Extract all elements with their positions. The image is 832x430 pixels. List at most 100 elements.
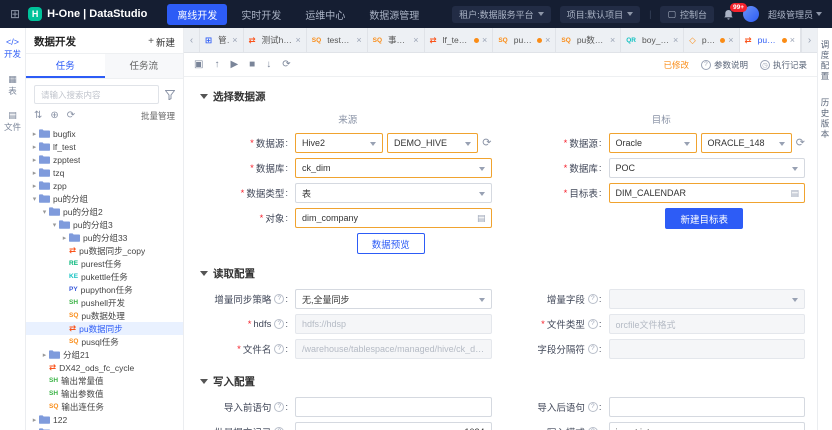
notification-bell[interactable]: 99+ — [723, 9, 734, 20]
tab-close-icon[interactable]: × — [356, 35, 361, 45]
new-task-button[interactable]: + 新建 — [148, 35, 175, 49]
source-ds-name-select[interactable]: DEMO_HIVE — [387, 133, 478, 153]
tree-folder-row[interactable]: ▸tzq — [26, 166, 183, 179]
tree-folder-row[interactable]: ▸lf_test — [26, 140, 183, 153]
expand-collapse-icon[interactable]: ⇅ — [34, 111, 42, 121]
editor-tab[interactable]: SQ事实表测试× — [368, 28, 425, 52]
editor-tab[interactable]: QRboy_failedSql× — [621, 28, 684, 52]
target-database-select[interactable]: POC — [609, 158, 806, 178]
tab-scroll-right-icon[interactable]: › — [801, 28, 817, 52]
download-icon[interactable]: ↓ — [266, 60, 271, 70]
nav-datasource-mgmt[interactable]: 数据源管理 — [359, 4, 429, 25]
tree-task-row[interactable]: SHpushell开发 — [26, 296, 183, 309]
tree-task-row[interactable]: SH输出参数值 — [26, 387, 183, 400]
activity-tables[interactable]: ▦表 — [8, 75, 17, 96]
batch-commit-input[interactable]: 1024 — [295, 422, 492, 430]
source-database-select[interactable]: ck_dim — [295, 158, 492, 178]
project-selector[interactable]: 项目:默认项目 — [560, 6, 641, 23]
tree-folder-row[interactable]: ▸lal — [26, 426, 183, 430]
tab-close-icon[interactable]: × — [790, 35, 795, 45]
explorer-tab-tasks[interactable]: 任务 — [26, 54, 105, 78]
tree-folder-row[interactable]: ▾pu的分组 — [26, 192, 183, 205]
console-link[interactable]: ▢ 控制台 — [660, 6, 714, 23]
tree-task-row[interactable]: SQ输出连任务 — [26, 400, 183, 413]
user-menu[interactable]: 超级管理员 — [768, 8, 822, 21]
tree-task-row[interactable]: ⇄pu数据同步 — [26, 322, 183, 335]
activity-dev[interactable]: </>开发 — [4, 38, 21, 59]
nav-offline-dev[interactable]: 离线开发 — [167, 4, 227, 25]
tree-folder-row[interactable]: ▸zpptest — [26, 153, 183, 166]
tab-close-icon[interactable]: × — [232, 35, 237, 45]
target-ds-type-select[interactable]: Oracle — [609, 133, 697, 153]
tab-close-icon[interactable]: × — [482, 35, 487, 45]
rail-schedule-config[interactable]: 调度配置 — [819, 40, 831, 82]
target-ds-name-select[interactable]: ORACLE_148 — [701, 133, 792, 153]
stop-icon[interactable]: ■ — [249, 60, 255, 70]
tab-close-icon[interactable]: × — [728, 35, 733, 45]
editor-tab[interactable]: ⊞管理等× — [200, 28, 244, 52]
tenant-selector[interactable]: 租户:数据服务平台 — [452, 6, 551, 23]
explorer-tab-taskflows[interactable]: 任务流 — [105, 54, 184, 78]
tree-task-row[interactable]: SH输出常量值 — [26, 374, 183, 387]
tab-scroll-left-icon[interactable]: ‹ — [184, 28, 200, 52]
tree-task-row[interactable]: SQpusql任务 — [26, 335, 183, 348]
write-mode-select[interactable]: insert into — [609, 422, 806, 430]
incr-strategy-select[interactable]: 无,全量同步 — [295, 289, 492, 309]
tree-folder-row[interactable]: ▸zpp — [26, 179, 183, 192]
tab-close-icon[interactable]: × — [413, 35, 418, 45]
tree-folder-row[interactable]: ▸分组21 — [26, 348, 183, 361]
table-picker-icon[interactable]: ▤ — [790, 188, 799, 199]
tab-close-icon[interactable]: × — [673, 35, 678, 45]
nav-realtime-dev[interactable]: 实时开发 — [231, 4, 291, 25]
filter-icon[interactable] — [165, 90, 175, 100]
editor-tab[interactable]: SQpu数据处理(V2)× — [556, 28, 621, 52]
tree-refresh-icon[interactable]: ⟳ — [67, 111, 75, 121]
post-sql-input[interactable] — [609, 397, 806, 417]
nav-ops-center[interactable]: 运维中心 — [295, 4, 355, 25]
tree-task-row[interactable]: SQpu数据处理 — [26, 309, 183, 322]
tree-folder-row[interactable]: ▾pu的分组3 — [26, 218, 183, 231]
target-table-input[interactable]: DIM_CALENDAR ▤ — [609, 183, 806, 203]
editor-tab[interactable]: SQtest_sql1204× — [307, 28, 368, 52]
section-header-select-datasource[interactable]: 选择数据源 — [200, 89, 805, 104]
locate-icon[interactable]: ⊕ — [50, 111, 58, 121]
exec-history-link[interactable]: ◷执行记录 — [760, 59, 807, 71]
section-header-write-config[interactable]: 写入配置 — [200, 374, 805, 389]
params-doc-link[interactable]: ?参数说明 — [701, 59, 748, 71]
tree-folder-row[interactable]: ▸pu的分组33 — [26, 231, 183, 244]
tree-folder-row[interactable]: ▸122 — [26, 413, 183, 426]
tree-task-row[interactable]: ⇄DX42_ods_fc_cycle — [26, 361, 183, 374]
editor-tab[interactable]: SQpu数据处理× — [493, 28, 556, 52]
tree-task-row[interactable]: REpurest任务 — [26, 257, 183, 270]
tab-close-icon[interactable]: × — [296, 35, 301, 45]
tree-task-row[interactable]: ⇄pu数据同步_copy — [26, 244, 183, 257]
refresh-icon[interactable]: ⟳ — [282, 60, 290, 70]
tree-task-row[interactable]: KEpukettle任务 — [26, 270, 183, 283]
search-input[interactable] — [34, 85, 159, 104]
activity-files[interactable]: ▤文件 — [4, 111, 21, 132]
source-datatype-select[interactable]: 表 — [295, 183, 492, 203]
pre-sql-input[interactable] — [295, 397, 492, 417]
table-picker-icon[interactable]: ▤ — [477, 213, 486, 224]
tree-folder-row[interactable]: ▾pu的分组2 — [26, 205, 183, 218]
tab-close-icon[interactable]: × — [610, 35, 615, 45]
editor-tab[interactable]: ◇pu任务流× — [684, 28, 739, 52]
create-target-table-button[interactable]: 新建目标表 — [665, 208, 743, 229]
section-header-read-config[interactable]: 读取配置 — [200, 266, 805, 281]
tree-task-row[interactable]: PYpupython任务 — [26, 283, 183, 296]
refresh-datasource-icon[interactable]: ⟳ — [482, 138, 491, 149]
data-preview-button[interactable]: 数据预览 — [357, 233, 425, 254]
batch-manage-link[interactable]: 批量管理 — [141, 110, 175, 122]
run-icon[interactable]: ▶ — [230, 60, 238, 70]
tree-folder-row[interactable]: ▸bugfix — [26, 127, 183, 140]
rail-history-versions[interactable]: 历史版本 — [819, 98, 831, 140]
refresh-target-datasource-icon[interactable]: ⟳ — [796, 138, 805, 149]
editor-tab[interactable]: ⇄lf_test_20231208_01× — [425, 28, 494, 52]
source-object-input[interactable]: dim_company ▤ — [295, 208, 492, 228]
editor-tab[interactable]: ⇄pu数据同步× — [740, 28, 802, 52]
save-icon[interactable]: ▣ — [194, 60, 203, 70]
app-grid-icon[interactable]: ⊞ — [10, 8, 20, 20]
editor-tab[interactable]: ⇄测试hive日期类型× — [244, 28, 307, 52]
tab-close-icon[interactable]: × — [545, 35, 550, 45]
source-ds-type-select[interactable]: Hive2 — [295, 133, 383, 153]
